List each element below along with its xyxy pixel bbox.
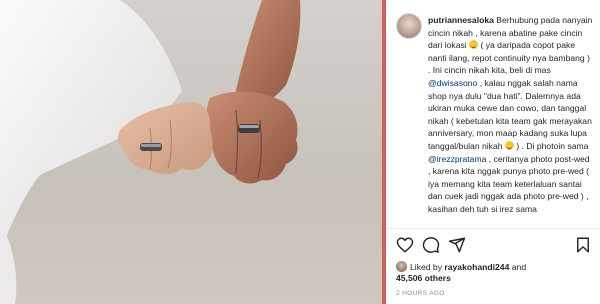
mention-link[interactable]: @dwisasono <box>428 78 477 88</box>
couple-holding-hands-image <box>0 0 382 304</box>
avatar[interactable] <box>396 13 422 39</box>
caption-username[interactable]: putriannesaloka <box>428 15 494 25</box>
caption-scroll-area[interactable]: putriannesaloka Berhubung pada nanyain c… <box>386 0 600 228</box>
post-timestamp[interactable]: 2 HOURS AGO <box>396 290 445 297</box>
action-bar <box>386 236 600 256</box>
comment-icon[interactable] <box>422 236 440 254</box>
caption-text: ) . Di photoin sama <box>513 140 589 151</box>
likes-summary: Liked by rayakohandi244 and 45,506 other… <box>396 261 596 284</box>
grinning-face-emoji-icon <box>504 140 514 150</box>
liker-avatar[interactable] <box>396 261 407 272</box>
post-photo[interactable] <box>0 0 382 304</box>
likes-connector: and <box>511 262 527 272</box>
caption-body: Berhubung pada nanyain cincin nikah , ka… <box>428 15 592 214</box>
share-icon[interactable] <box>448 236 466 254</box>
divider-line <box>386 228 600 229</box>
instagram-post: putriannesaloka Berhubung pada nanyain c… <box>0 0 600 304</box>
heart-icon[interactable] <box>396 236 414 254</box>
grinning-face-emoji-icon <box>469 40 479 50</box>
mention-link[interactable]: @irezzpratama <box>428 154 486 164</box>
likes-prefix: Liked by <box>410 262 443 272</box>
bookmark-icon[interactable] <box>574 236 592 254</box>
post-caption: putriannesaloka Berhubung pada nanyain c… <box>428 14 594 216</box>
liker-username[interactable]: rayakohandi244 <box>444 262 509 272</box>
likes-count[interactable]: 45,506 others <box>396 273 451 283</box>
post-side-panel: putriannesaloka Berhubung pada nanyain c… <box>386 0 600 304</box>
